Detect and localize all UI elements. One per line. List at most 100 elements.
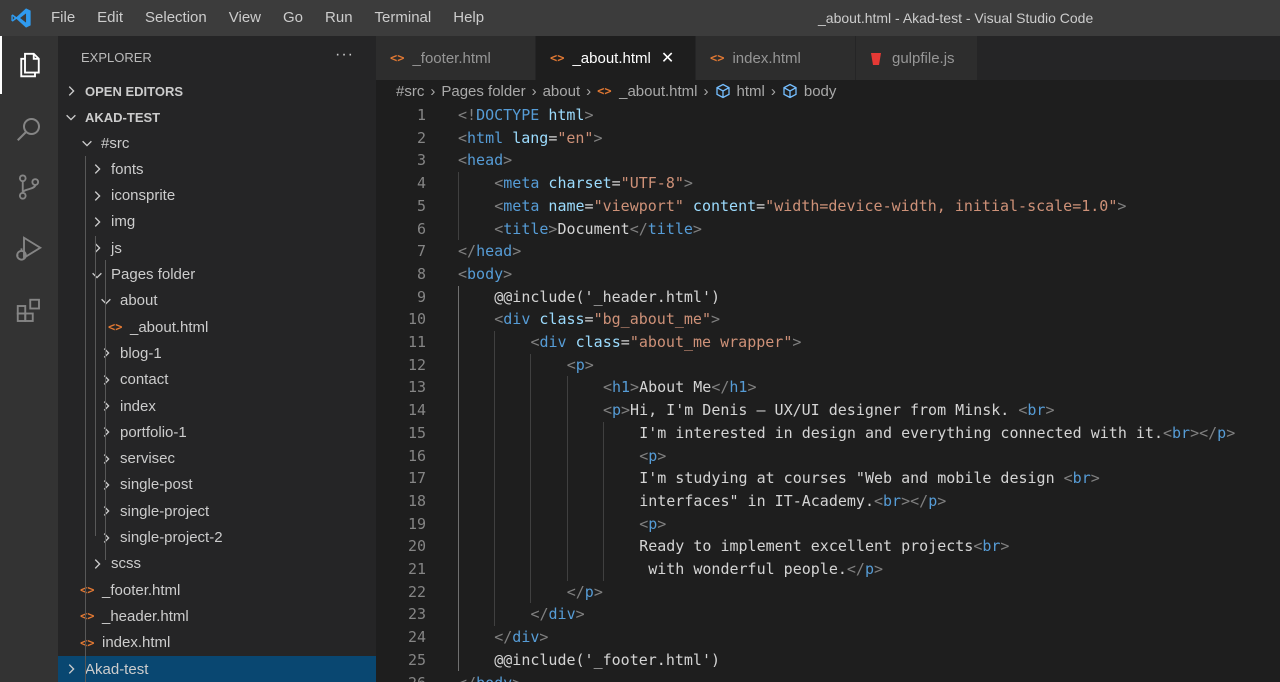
code-token: class: [575, 333, 621, 351]
code-token: </: [494, 628, 513, 647]
menu-terminal[interactable]: Terminal: [364, 0, 443, 36]
chevron-right-icon: [103, 374, 110, 385]
breadcrumb-item[interactable]: _about.html: [619, 83, 697, 100]
line-number: 5: [416, 196, 426, 215]
code-token: >: [512, 674, 521, 682]
more-actions-icon[interactable]: ···: [335, 46, 354, 64]
code-text: interfaces" in IT-Academy.<br></p>: [639, 490, 946, 513]
breadcrumb-separator-icon: ›: [430, 82, 436, 100]
menu-bar: File Edit Selection View Go Run Terminal Help: [40, 0, 495, 36]
code-line: 14 <p>Hi, I'm Denis – UX/UI designer from…: [376, 399, 1280, 422]
extensions-button[interactable]: [0, 282, 58, 340]
code-token: >: [503, 264, 513, 283]
line-number: 19: [407, 514, 426, 533]
breadcrumb-item[interactable]: html: [737, 83, 765, 100]
code-token: <: [566, 355, 576, 374]
html-file-icon: <>: [80, 609, 95, 624]
folder-item[interactable]: js: [58, 235, 376, 261]
line-number: 22: [407, 582, 426, 601]
symbol-element-icon: [715, 83, 730, 99]
code-token: @@include('_header.html'): [494, 287, 721, 306]
code-text: <!DOCTYPE html>: [458, 104, 593, 127]
workspace-label: AKAD-TEST: [85, 109, 161, 125]
folder-item[interactable]: Akad-test: [58, 656, 376, 682]
code-token: >: [512, 242, 522, 261]
breadcrumb-separator-icon: ›: [770, 82, 776, 100]
close-tab-icon[interactable]: ✕: [661, 48, 674, 68]
file-item[interactable]: <> _header.html: [58, 603, 376, 629]
code-text: <p>Hi, I'm Denis – UX/UI designer from M…: [603, 399, 1055, 422]
breadcrumb-item[interactable]: body: [804, 83, 837, 100]
html-file-icon: <>: [710, 51, 725, 65]
tab-label: index.html: [732, 49, 801, 67]
menu-go[interactable]: Go: [272, 0, 314, 36]
file-item[interactable]: <> _footer.html: [58, 577, 376, 603]
code-token: name: [548, 196, 585, 215]
open-editors-section[interactable]: OPEN EDITORS: [58, 78, 376, 104]
line-number: 26: [376, 672, 426, 682]
folder-item[interactable]: fonts: [58, 156, 376, 182]
code-text: I'm studying at courses "Web and mobile …: [639, 467, 1100, 490]
line-number: 7: [416, 242, 426, 261]
tab-about-html[interactable]: <> _about.html ✕: [536, 36, 696, 80]
source-control-button[interactable]: [0, 158, 58, 216]
code-token: >: [593, 128, 603, 147]
menu-view[interactable]: View: [218, 0, 272, 36]
breadcrumb-item[interactable]: about: [543, 83, 581, 100]
run-debug-button[interactable]: [0, 220, 58, 278]
code-token: >: [657, 446, 667, 465]
line-number: 23: [407, 605, 426, 624]
tree-item-label: servisec: [120, 450, 176, 468]
code-token: =: [756, 196, 766, 215]
code-token: I'm studying at courses "Web and mobile …: [639, 469, 1064, 488]
menu-edit[interactable]: Edit: [86, 0, 134, 36]
code-token: >: [692, 219, 702, 238]
breadcrumb-item[interactable]: #src: [396, 83, 424, 100]
explorer-button[interactable]: [0, 36, 58, 94]
html-file-icon: <>: [390, 51, 405, 65]
code-text: <h1>About Me</h1>: [603, 376, 757, 399]
workspace-section[interactable]: AKAD-TEST: [58, 104, 376, 130]
file-item[interactable]: <> index.html: [58, 630, 376, 656]
menu-run[interactable]: Run: [314, 0, 364, 36]
tab-gulpfile-js[interactable]: gulpfile.js: [856, 36, 978, 80]
chevron-right-icon: [103, 348, 110, 359]
code-token: p: [611, 401, 622, 420]
code-token: <!: [458, 106, 477, 124]
breadcrumb-separator-icon: ›: [703, 82, 709, 100]
folder-item[interactable]: iconsprite: [58, 183, 376, 209]
folder-item[interactable]: #src: [58, 130, 376, 156]
menu-help[interactable]: Help: [442, 0, 495, 36]
breadcrumb-item[interactable]: Pages folder: [441, 83, 525, 100]
indent-guide: [95, 236, 96, 536]
code-token: meta: [503, 174, 540, 193]
vscode-logo-icon[interactable]: [10, 7, 32, 29]
tab-index-html[interactable]: <> index.html: [696, 36, 856, 80]
tree-item-label: fonts: [111, 160, 144, 178]
code-token: title: [647, 219, 693, 238]
title-bar: File Edit Selection View Go Run Terminal Help _…: [0, 0, 1280, 36]
tab-footer-html[interactable]: <> _footer.html: [376, 36, 536, 80]
tree-item-label: iconsprite: [111, 187, 176, 205]
code-line: 8 <body>: [376, 263, 1280, 286]
code-text: </div>: [494, 626, 548, 649]
menu-selection[interactable]: Selection: [134, 0, 218, 36]
line-number: 2: [416, 128, 426, 147]
code-editor[interactable]: 1 <!DOCTYPE html> 2 <html lang="en"> 3 <head>…: [376, 102, 1280, 682]
tree-item-label: single-project: [120, 502, 210, 520]
code-token: lang: [512, 128, 549, 147]
code-text: </p>: [567, 581, 603, 604]
code-token: Ready to implement excellent projects: [639, 537, 974, 556]
folder-item[interactable]: img: [58, 209, 376, 235]
code-token: charset: [548, 174, 612, 193]
code-text: <meta charset="UTF-8">: [494, 172, 693, 195]
indent-guide: [105, 260, 106, 560]
code-token: </: [846, 560, 865, 578]
chevron-right-icon: [94, 558, 101, 569]
search-button[interactable]: [0, 100, 58, 158]
line-number: 9: [416, 287, 426, 306]
code-text: <p>: [639, 445, 666, 468]
menu-file[interactable]: File: [40, 0, 86, 36]
code-token: h1: [611, 378, 631, 397]
